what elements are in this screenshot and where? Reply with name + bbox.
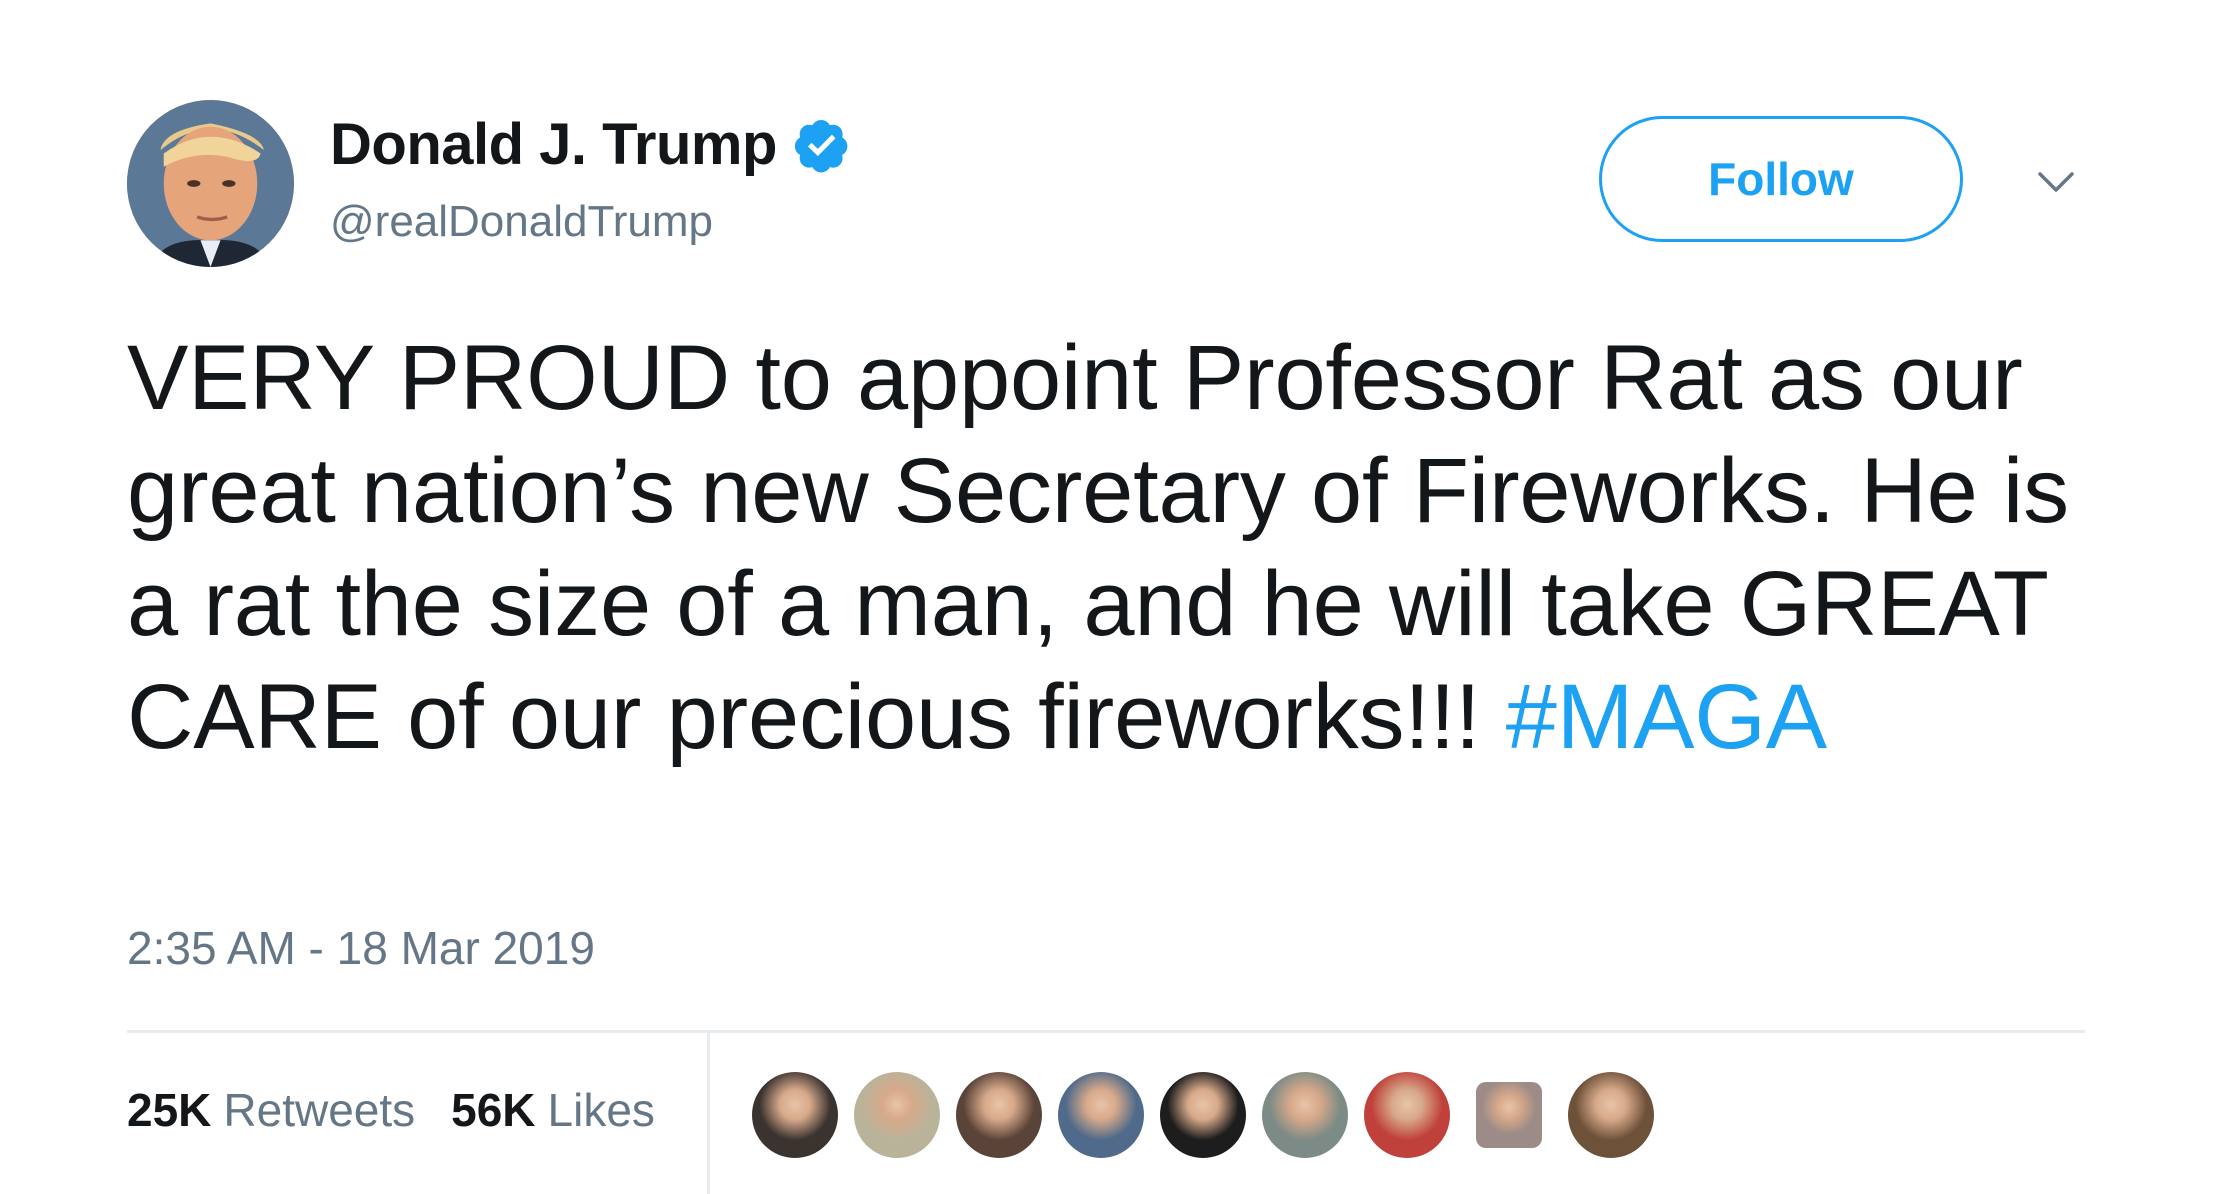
chevron-down-icon[interactable] bbox=[2032, 158, 2080, 206]
liker-avatar-4[interactable] bbox=[1058, 1072, 1144, 1158]
liker-avatar-6[interactable] bbox=[1262, 1072, 1348, 1158]
author-name-row: Donald J. Trump bbox=[330, 112, 851, 178]
verified-badge-icon bbox=[793, 116, 851, 174]
retweets-label: Retweets bbox=[223, 1084, 416, 1136]
author-display-name[interactable]: Donald J. Trump bbox=[330, 112, 777, 178]
liker-avatar-1[interactable] bbox=[752, 1072, 838, 1158]
liker-avatar-8[interactable] bbox=[1476, 1082, 1542, 1148]
likes-stat[interactable]: 56K Likes bbox=[451, 1082, 655, 1138]
author-avatar-image bbox=[127, 100, 294, 267]
follow-button[interactable]: Follow bbox=[1599, 116, 1963, 242]
liker-avatar-3[interactable] bbox=[956, 1072, 1042, 1158]
tweet-card: Donald J. Trump @realDonaldTrump Follow … bbox=[0, 0, 2223, 1194]
author-handle[interactable]: @realDonaldTrump bbox=[330, 196, 713, 248]
liker-avatar-7[interactable] bbox=[1364, 1072, 1450, 1158]
liker-avatars bbox=[752, 1072, 1670, 1158]
divider bbox=[127, 1030, 2085, 1033]
hashtag-link[interactable]: #MAGA bbox=[1506, 666, 1827, 768]
liker-avatar-5[interactable] bbox=[1160, 1072, 1246, 1158]
author-avatar[interactable] bbox=[127, 100, 294, 267]
liker-avatar-9[interactable] bbox=[1568, 1072, 1654, 1158]
tweet-timestamp[interactable]: 2:35 AM - 18 Mar 2019 bbox=[127, 920, 595, 976]
likes-label: Likes bbox=[547, 1084, 655, 1136]
tweet-stats: 25K Retweets 56K Likes bbox=[127, 1082, 655, 1138]
retweets-count: 25K bbox=[127, 1084, 212, 1136]
likes-count: 56K bbox=[451, 1084, 536, 1136]
liker-avatar-2[interactable] bbox=[854, 1072, 940, 1158]
retweets-stat[interactable]: 25K Retweets bbox=[127, 1082, 415, 1138]
tweet-text: VERY PROUD to appoint Professor Rat as o… bbox=[127, 322, 2107, 774]
stats-separator bbox=[707, 1033, 710, 1194]
